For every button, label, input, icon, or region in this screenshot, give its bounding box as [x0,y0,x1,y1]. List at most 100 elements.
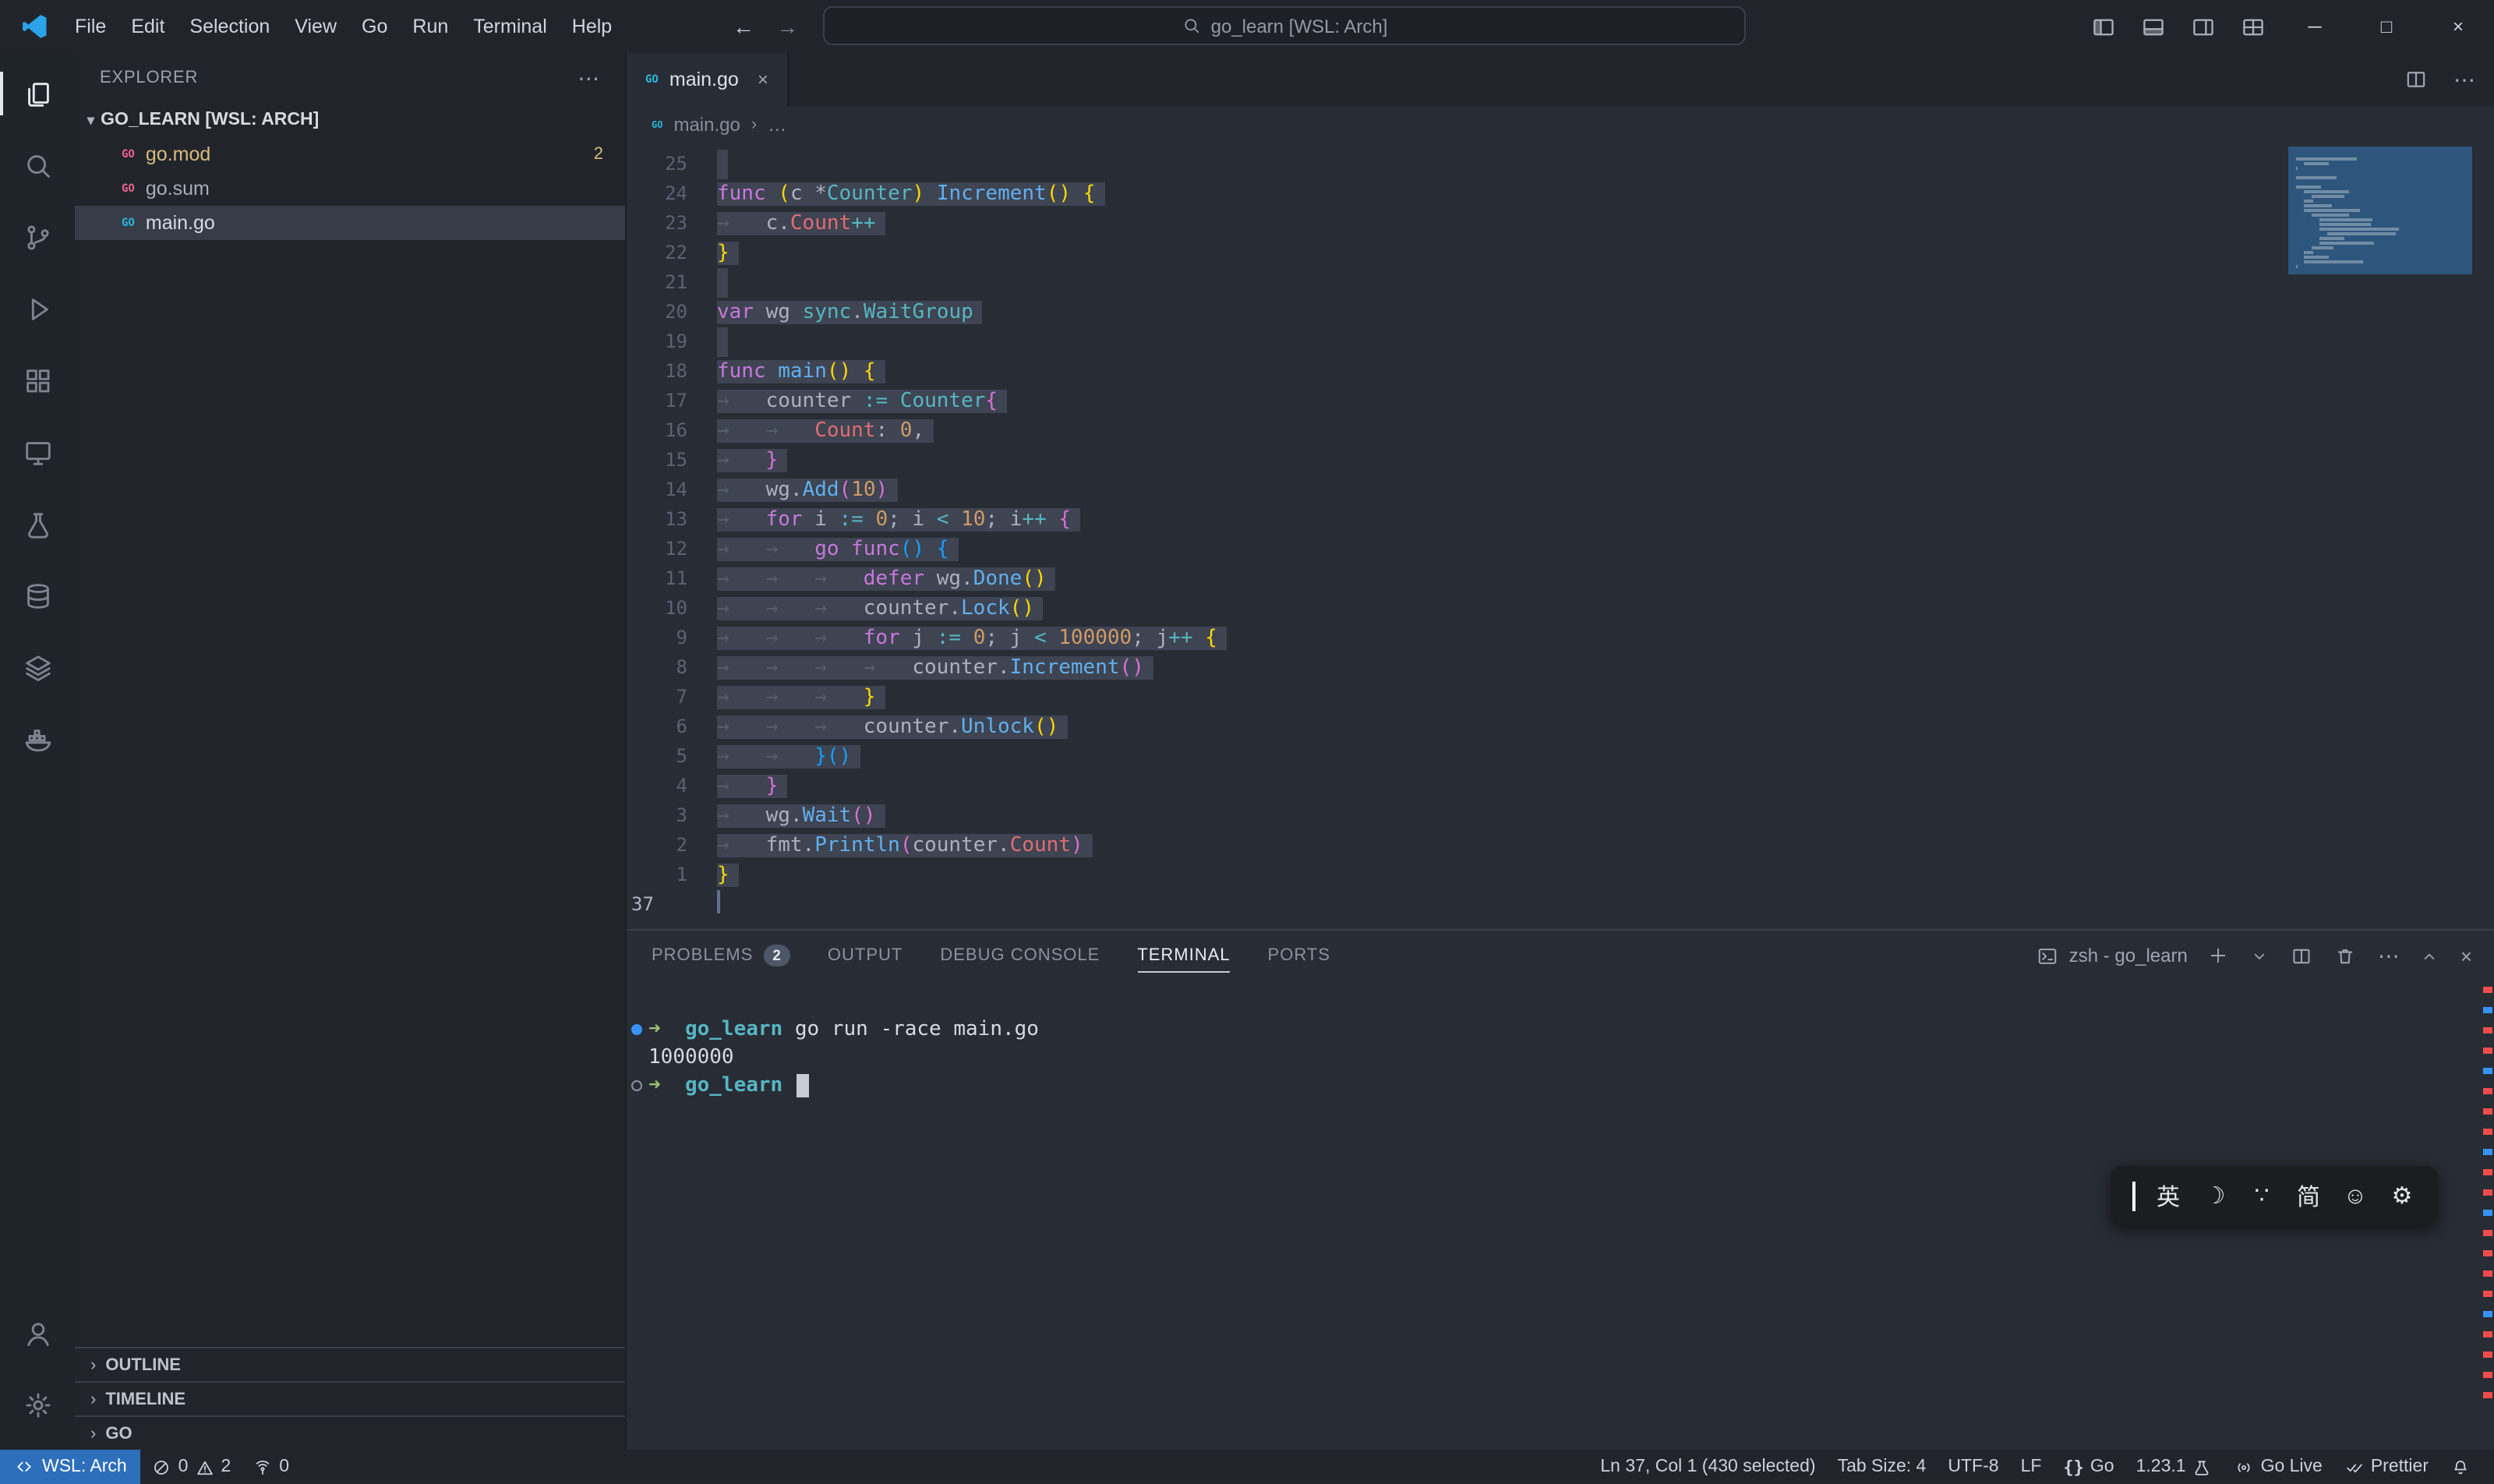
file-main-go[interactable]: GOmain.go [75,206,625,240]
panel-tab-ports[interactable]: PORTS [1268,931,1330,980]
panel-tab-debug-console[interactable]: DEBUG CONSOLE [940,931,1100,980]
layout-sidebar-right-icon[interactable] [2190,13,2217,40]
tab-main-go[interactable]: GOmain.go× [627,53,789,106]
line-number[interactable]: 12 [627,535,701,564]
code-line[interactable]: 37 [627,890,2494,920]
problems-status[interactable]: 02 [141,1450,242,1484]
activity-search[interactable] [0,129,75,201]
line-number[interactable]: 9 [627,624,701,653]
line-number[interactable]: 2 [627,831,701,860]
line-number[interactable]: 3 [627,801,701,831]
menu-help[interactable]: Help [560,0,624,53]
activity-account[interactable] [0,1297,75,1369]
line-number[interactable]: 18 [627,357,701,387]
panel-scrollbar[interactable] [2482,987,2492,1447]
ime-simplified-icon[interactable]: 简 [2285,1179,2332,1212]
code-line[interactable]: 16→→Count: 0, [627,416,2494,446]
code-line[interactable]: 8→→→→counter.Increment() [627,653,2494,683]
panel-tab-terminal[interactable]: TERMINAL [1137,931,1230,980]
breadcrumb[interactable]: GOmain.go›… [627,106,2494,143]
code-line[interactable]: 1} [627,860,2494,890]
forward-icon[interactable]: → [776,14,798,39]
menu-edit[interactable]: Edit [118,0,177,53]
code-line[interactable]: 3→wg.Wait() [627,801,2494,831]
ime-settings-icon[interactable]: ⚙ [2379,1182,2425,1210]
chevron-down-icon[interactable] [2250,945,2270,966]
sidebar-section-go[interactable]: ›GO [75,1415,625,1450]
code-line[interactable]: 12→→go func() { [627,535,2494,564]
activity-settings[interactable] [0,1369,75,1440]
line-number[interactable]: 1 [627,860,701,890]
explorer-more-icon[interactable]: ⋯ [578,65,600,91]
line-number[interactable]: 24 [627,179,701,209]
status-language-mode[interactable]: {}Go [2052,1450,2125,1484]
code-line[interactable]: 21 [627,268,2494,298]
command-decoration-icon[interactable] [631,1079,642,1090]
line-number[interactable]: 11 [627,564,701,594]
code-line[interactable]: 13→for i := 0; i < 10; i++ { [627,505,2494,535]
activity-database[interactable] [0,560,75,631]
line-number[interactable]: 37 [627,890,701,920]
activity-docker[interactable] [0,703,75,775]
status-tab-size[interactable]: Tab Size: 4 [1827,1450,1938,1484]
code-line[interactable]: 24func (c *Counter) Increment() { [627,179,2494,209]
line-number[interactable]: 19 [627,327,701,357]
layout-panel-icon[interactable] [2140,13,2167,40]
breadcrumb-file[interactable]: main.go [673,114,740,136]
line-number[interactable]: 16 [627,416,701,446]
line-number[interactable]: 10 [627,594,701,624]
code-line[interactable]: 7→→→} [627,683,2494,712]
status-encoding[interactable]: UTF-8 [1937,1450,2009,1484]
code-line[interactable]: 25 [627,150,2494,179]
code-line[interactable]: 23→c.Count++ [627,209,2494,238]
status-eol[interactable]: LF [2010,1450,2053,1484]
line-number[interactable]: 8 [627,653,701,683]
line-number[interactable]: 13 [627,505,701,535]
menu-run[interactable]: Run [400,0,461,53]
close-panel-icon[interactable]: × [2460,944,2472,967]
ime-fullwidth-icon[interactable]: ☽ [2192,1182,2238,1210]
code-line[interactable]: 5→→}() [627,742,2494,772]
menu-file[interactable]: File [62,0,118,53]
activity-extensions[interactable] [0,344,75,416]
panel-more-icon[interactable]: ⋯ [2378,942,2400,969]
code-line[interactable]: 14→wg.Add(10) [627,475,2494,505]
panel-tab-output[interactable]: OUTPUT [828,931,903,980]
ports-status[interactable]: 0 [242,1450,300,1484]
line-number[interactable]: 15 [627,446,701,475]
line-number[interactable]: 22 [627,238,701,268]
code-line[interactable]: 6→→→counter.Unlock() [627,712,2494,742]
line-number[interactable]: 5 [627,742,701,772]
panel-tab-problems[interactable]: PROBLEMS2 [652,931,790,980]
ime-language-icon[interactable]: 英 [2145,1179,2192,1212]
back-icon[interactable]: ← [733,14,754,39]
line-number[interactable]: 14 [627,475,701,505]
close-icon[interactable]: × [2422,0,2494,53]
code-line[interactable]: 4→} [627,772,2494,801]
trash-icon[interactable] [2334,944,2358,967]
plus-icon[interactable] [2208,945,2230,966]
ime-emoji-icon[interactable]: ☺ [2332,1182,2379,1209]
line-number[interactable]: 7 [627,683,701,712]
split-editor-icon[interactable] [2404,67,2429,92]
code-editor[interactable]: 2524func (c *Counter) Increment() {23→c.… [627,143,2494,929]
maximize-icon[interactable]: □ [2351,0,2422,53]
menu-terminal[interactable]: Terminal [461,0,560,53]
command-decoration-icon[interactable] [631,1023,642,1034]
minimize-icon[interactable]: ─ [2279,0,2351,53]
minimap[interactable] [2288,147,2472,274]
activity-layers[interactable] [0,631,75,703]
code-line[interactable]: 10→→→counter.Lock() [627,594,2494,624]
code-line[interactable]: 18func main() { [627,357,2494,387]
file-go-mod[interactable]: GOgo.mod2 [75,137,625,171]
editor-more-icon[interactable]: ⋯ [2453,66,2475,93]
terminal-command-line[interactable]: ➜ go_learn go run -race main.go [627,1015,2494,1043]
menu-go[interactable]: Go [349,0,400,53]
terminal-command-line[interactable]: ➜ go_learn [627,1071,2494,1099]
line-number[interactable]: 6 [627,712,701,742]
status-go-live[interactable]: Go Live [2224,1450,2333,1484]
layout-customize-icon[interactable] [2240,13,2266,40]
split-editor-icon[interactable] [2291,944,2314,967]
breadcrumb-more[interactable]: … [768,114,786,136]
code-line[interactable]: 17→counter := Counter{ [627,387,2494,416]
